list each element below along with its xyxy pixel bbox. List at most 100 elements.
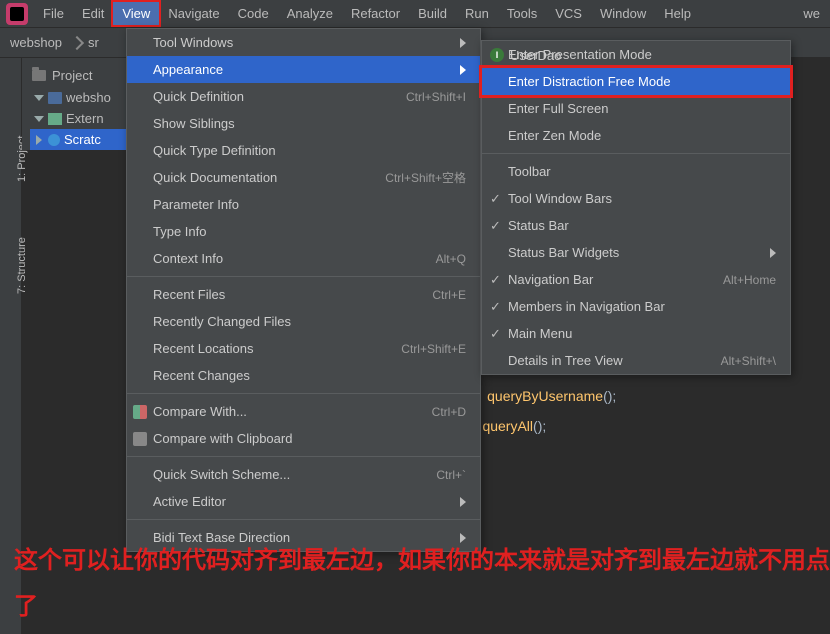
menu-item-label: Status Bar Widgets (508, 245, 619, 260)
view-menu-item[interactable]: Quick Documentation Ctrl+Shift+空格 (127, 164, 480, 191)
chevron-right-icon (70, 35, 84, 49)
appearance-menu-item[interactable]: Enter Zen Mode (482, 122, 790, 149)
menu-build[interactable]: Build (409, 2, 456, 25)
menu-shortcut: Ctrl+Shift+E (401, 342, 466, 356)
menu-separator (127, 393, 480, 394)
menu-item-label: Recent Changes (153, 368, 250, 383)
menu-item-label: Quick Definition (153, 89, 244, 104)
menu-code[interactable]: Code (229, 2, 278, 25)
menu-item-label: Tool Windows (153, 35, 233, 50)
view-menu-item[interactable]: Recent Changes (127, 362, 480, 389)
code-text: (); (533, 418, 546, 434)
menu-navigate[interactable]: Navigate (159, 2, 228, 25)
view-menu-item[interactable]: Parameter Info (127, 191, 480, 218)
menu-run[interactable]: Run (456, 2, 498, 25)
view-menu-item[interactable]: Recently Changed Files (127, 308, 480, 335)
menu-item-label: Details in Tree View (508, 353, 623, 368)
tree-label: Scratc (64, 132, 101, 147)
interface-icon: I (490, 48, 504, 62)
menu-item-label: Recent Locations (153, 341, 253, 356)
menu-item-label: Enter Distraction Free Mode (508, 74, 671, 89)
menu-item-label: Toolbar (508, 164, 551, 179)
tool-window-button-structure[interactable]: 7: Structure (16, 237, 28, 294)
menu-item-label: Appearance (153, 62, 223, 77)
view-menu-item[interactable]: Recent FilesCtrl+E (127, 281, 480, 308)
main-menubar: File Edit View Navigate Code Analyze Ref… (0, 0, 830, 28)
view-menu-item[interactable]: Compare With...Ctrl+D (127, 398, 480, 425)
clip-icon (133, 432, 147, 446)
menu-item-label: Recent Files (153, 287, 225, 302)
menu-item-label: Type Info (153, 224, 206, 239)
code-text: (); (603, 388, 616, 404)
menu-edit[interactable]: Edit (73, 2, 113, 25)
menu-file[interactable]: File (34, 2, 73, 25)
menu-item-label: Enter Full Screen (508, 101, 608, 116)
scratch-icon (48, 134, 60, 146)
menu-item-label: Quick Switch Scheme... (153, 467, 290, 482)
annotation-text: 这个可以让你的代码对齐到最左边，如果你的本来就是对齐到最左边就不用点了 (14, 538, 830, 630)
menu-window[interactable]: Window (591, 2, 655, 25)
appearance-menu-item[interactable]: Enter Distraction Free Mode (482, 68, 790, 95)
view-menu-item[interactable]: Type Info (127, 218, 480, 245)
check-icon: ✓ (490, 218, 501, 234)
menu-view[interactable]: View (113, 2, 159, 25)
breadcrumb-root[interactable]: webshop (10, 35, 62, 50)
submenu-arrow-icon (460, 497, 466, 507)
appearance-submenu-popup: Enter Presentation ModeEnter Distraction… (481, 40, 791, 375)
menu-item-label: Enter Zen Mode (508, 128, 601, 143)
menu-item-label: Show Siblings (153, 116, 235, 131)
menu-vcs[interactable]: VCS (546, 2, 591, 25)
menu-separator (127, 456, 480, 457)
view-menu-item[interactable]: Appearance (127, 56, 480, 83)
menu-item-label: Recently Changed Files (153, 314, 291, 329)
view-menu-item[interactable]: Compare with Clipboard (127, 425, 480, 452)
appearance-menu-item[interactable]: Details in Tree ViewAlt+Shift+\ (482, 347, 790, 374)
menu-shortcut: Ctrl+` (436, 468, 466, 482)
menu-shortcut: Ctrl+Shift+空格 (385, 169, 466, 186)
editor-line: oid queryByUsername(); (460, 388, 616, 405)
appearance-menu-item[interactable]: ✓Members in Navigation Bar (482, 293, 790, 320)
menu-item-label: Status Bar (508, 218, 569, 233)
menu-item-label: Tool Window Bars (508, 191, 612, 206)
check-icon: ✓ (490, 326, 501, 342)
menu-item-label: Parameter Info (153, 197, 239, 212)
menu-item-label: Quick Documentation (153, 170, 277, 185)
expand-icon[interactable] (34, 116, 44, 122)
appearance-menu-item[interactable]: ✓Navigation BarAlt+Home (482, 266, 790, 293)
breadcrumb-item[interactable]: sr (88, 35, 99, 50)
menubar-tail-text: we (803, 6, 826, 21)
menu-item-label: Navigation Bar (508, 272, 593, 287)
menu-item-label: Compare With... (153, 404, 247, 419)
appearance-menu-item[interactable]: ✓ Tool Window Bars (482, 185, 790, 212)
menu-item-label: Active Editor (153, 494, 226, 509)
view-menu-item[interactable]: Quick Type Definition (127, 137, 480, 164)
expand-icon[interactable] (36, 135, 42, 145)
menu-help[interactable]: Help (655, 2, 700, 25)
tree-label: Extern (66, 111, 104, 126)
expand-icon[interactable] (34, 95, 44, 101)
menu-shortcut: Alt+Q (436, 252, 466, 266)
menu-tools[interactable]: Tools (498, 2, 546, 25)
appearance-menu-item[interactable]: Toolbar (482, 158, 790, 185)
appearance-menu-item[interactable]: Enter Full Screen (482, 95, 790, 122)
view-menu-item[interactable]: Context Info Alt+Q (127, 245, 480, 272)
code-method: queryByUsername (487, 388, 603, 404)
view-menu-item[interactable]: Active Editor (127, 488, 480, 515)
menu-item-label: Context Info (153, 251, 223, 266)
view-menu-item[interactable]: Quick DefinitionCtrl+Shift+I (127, 83, 480, 110)
app-icon (6, 3, 28, 25)
menu-refactor[interactable]: Refactor (342, 2, 409, 25)
editor-tab[interactable]: UserDao (510, 48, 561, 63)
menu-analyze[interactable]: Analyze (278, 2, 342, 25)
module-icon (48, 92, 62, 104)
view-menu-item[interactable]: Tool Windows (127, 29, 480, 56)
check-icon: ✓ (490, 191, 501, 207)
appearance-menu-item[interactable]: Status Bar Widgets (482, 239, 790, 266)
view-menu-popup: Tool WindowsAppearanceQuick DefinitionCt… (126, 28, 481, 552)
appearance-menu-item[interactable]: ✓Main Menu (482, 320, 790, 347)
menu-item-label: Compare with Clipboard (153, 431, 292, 446)
appearance-menu-item[interactable]: ✓ Status Bar (482, 212, 790, 239)
view-menu-item[interactable]: Quick Switch Scheme... Ctrl+` (127, 461, 480, 488)
view-menu-item[interactable]: Show Siblings (127, 110, 480, 137)
view-menu-item[interactable]: Recent Locations Ctrl+Shift+E (127, 335, 480, 362)
